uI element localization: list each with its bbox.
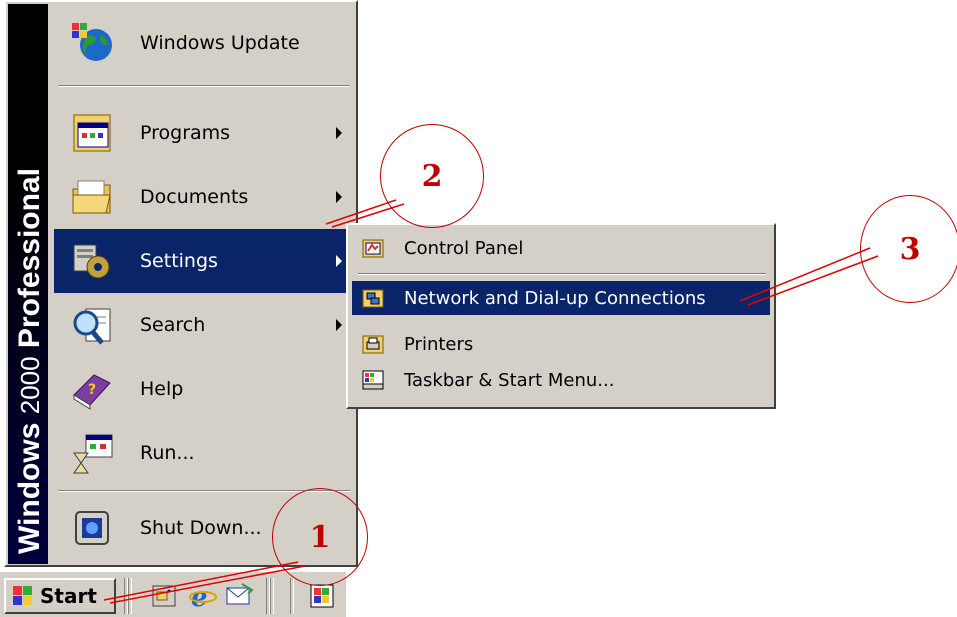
submenu-item-network-connections[interactable]: Network and Dial-up Connections [352, 281, 770, 315]
control-panel-folder-icon [362, 237, 384, 259]
show-desktop-icon[interactable] [150, 582, 180, 610]
taskbar-app-icon[interactable] [308, 582, 338, 610]
banner-word-windows: Windows [13, 422, 46, 554]
submenu-item-label: Taskbar & Start Menu... [404, 369, 615, 391]
menu-separator [58, 85, 350, 87]
menu-item-windows-update[interactable]: Windows Update [54, 11, 354, 75]
svg-text:e: e [191, 583, 208, 610]
start-menu: Windows 2000 Professional Windows Update [4, 0, 358, 567]
menu-item-label: Programs [140, 122, 231, 144]
internet-explorer-icon[interactable]: e [188, 582, 218, 613]
banner-word-2000: 2000 [15, 356, 45, 415]
run-hourglass-icon [70, 431, 114, 475]
documents-folder-icon [70, 175, 114, 219]
start-menu-banner: Windows 2000 Professional [8, 4, 48, 564]
settings-gear-icon [70, 239, 114, 283]
callout-3: 3 [860, 195, 957, 303]
search-magnifier-icon [70, 303, 114, 347]
settings-submenu: Control Panel Network and Dial-up Connec… [346, 223, 776, 409]
submenu-item-label: Control Panel [404, 237, 524, 259]
submenu-item-taskbar-start-menu[interactable]: Taskbar & Start Menu... [352, 363, 770, 397]
network-folder-icon [362, 287, 384, 309]
menu-item-label: Shut Down... [140, 517, 262, 539]
menu-item-label: Search [140, 314, 206, 336]
taskbar-divider [270, 578, 274, 614]
menu-item-programs[interactable]: Programs [54, 101, 354, 165]
submenu-arrow-icon [336, 255, 342, 267]
menu-item-label: Settings [140, 250, 218, 272]
callout-1: 1 [272, 488, 368, 586]
menu-item-search[interactable]: Search [54, 293, 354, 357]
banner-text: Windows 2000 Professional [10, 4, 50, 564]
banner-word-professional: Professional [13, 168, 46, 349]
windows-flag-icon [10, 584, 36, 608]
submenu-item-label: Network and Dial-up Connections [404, 287, 706, 309]
menu-item-label: Run... [140, 442, 195, 464]
shutdown-icon [70, 506, 114, 550]
menu-item-help[interactable]: ? Help [54, 357, 354, 421]
globe-update-icon [70, 21, 114, 65]
outlook-express-icon[interactable] [224, 582, 254, 610]
submenu-arrow-icon [336, 127, 342, 139]
menu-item-settings[interactable]: Settings [54, 229, 354, 293]
submenu-arrow-icon [336, 191, 342, 203]
submenu-item-control-panel[interactable]: Control Panel [352, 231, 770, 265]
menu-item-label: Help [140, 378, 184, 400]
taskbar-icon [362, 369, 384, 391]
callout-2: 2 [380, 124, 484, 228]
start-button[interactable]: Start [4, 578, 116, 614]
start-button-label: Start [40, 584, 97, 608]
programs-folder-icon [70, 111, 114, 155]
taskbar-divider [290, 578, 294, 614]
svg-text:?: ? [88, 382, 96, 398]
menu-item-run[interactable]: Run... [54, 421, 354, 485]
submenu-arrow-icon [336, 319, 342, 331]
menu-item-label: Documents [140, 186, 249, 208]
printers-folder-icon [362, 333, 384, 355]
menu-item-documents[interactable]: Documents [54, 165, 354, 229]
submenu-item-label: Printers [404, 333, 474, 355]
menu-item-label: Windows Update [140, 32, 300, 54]
help-book-icon: ? [70, 367, 114, 411]
submenu-separator [358, 273, 766, 275]
submenu-item-printers[interactable]: Printers [352, 327, 770, 361]
taskbar-divider [128, 578, 132, 614]
